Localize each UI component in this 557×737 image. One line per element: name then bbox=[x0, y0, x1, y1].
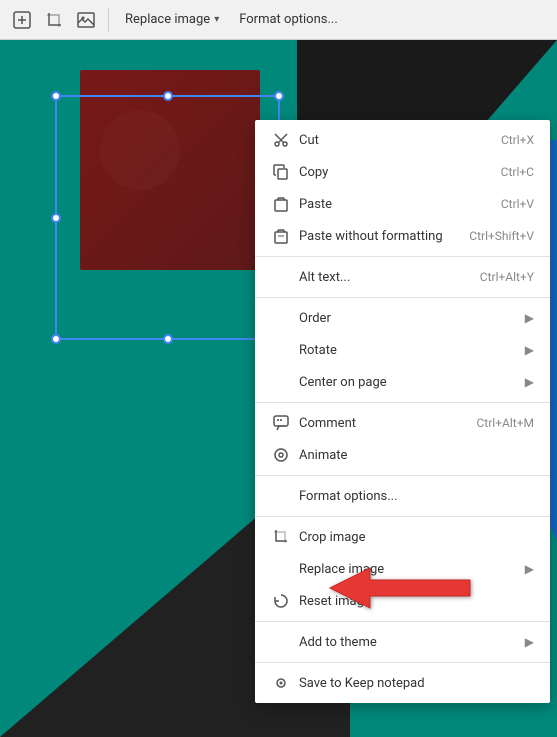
separator-6 bbox=[255, 621, 550, 622]
context-menu: Cut Ctrl+X Copy Ctrl+C Paste Ctrl+V Past… bbox=[255, 120, 550, 703]
separator-3 bbox=[255, 402, 550, 403]
replace-image-label: Replace image bbox=[125, 12, 210, 27]
format-options-label: Format options... bbox=[299, 489, 534, 504]
menu-item-cut[interactable]: Cut Ctrl+X bbox=[255, 124, 550, 156]
handle-top-left[interactable] bbox=[51, 91, 61, 101]
menu-item-copy[interactable]: Copy Ctrl+C bbox=[255, 156, 550, 188]
menu-item-alt-text[interactable]: Alt text... Ctrl+Alt+Y bbox=[255, 261, 550, 293]
toolbar: Replace image ▾ Format options... bbox=[0, 0, 557, 40]
center-label: Center on page bbox=[299, 375, 521, 390]
replace-image-caret: ▾ bbox=[214, 14, 219, 25]
add-to-theme-arrow: ▶ bbox=[525, 635, 534, 649]
alt-text-label: Alt text... bbox=[299, 270, 472, 285]
paste-icon bbox=[271, 194, 291, 214]
menu-item-replace-image[interactable]: Replace image ▶ bbox=[255, 553, 550, 585]
add-to-theme-icon bbox=[271, 632, 291, 652]
handle-top-right[interactable] bbox=[274, 91, 284, 101]
copy-label: Copy bbox=[299, 165, 493, 180]
paste-plain-icon bbox=[271, 226, 291, 246]
replace-image-button[interactable]: Replace image ▾ bbox=[117, 6, 227, 34]
separator-2 bbox=[255, 297, 550, 298]
menu-item-format-options[interactable]: Format options... bbox=[255, 480, 550, 512]
replace-image-label: Replace image bbox=[299, 562, 521, 577]
separator-7 bbox=[255, 662, 550, 663]
crop-image-icon bbox=[271, 527, 291, 547]
cut-label: Cut bbox=[299, 133, 493, 148]
comment-shortcut: Ctrl+Alt+M bbox=[477, 416, 535, 430]
animate-icon bbox=[271, 445, 291, 465]
cut-shortcut: Ctrl+X bbox=[501, 133, 534, 147]
add-to-theme-label: Add to theme bbox=[299, 635, 521, 650]
alt-text-icon bbox=[271, 267, 291, 287]
rotate-label: Rotate bbox=[299, 343, 521, 358]
toolbar-image-icon[interactable] bbox=[72, 6, 100, 34]
alt-text-shortcut: Ctrl+Alt+Y bbox=[480, 270, 534, 284]
format-options-icon bbox=[271, 486, 291, 506]
order-label: Order bbox=[299, 311, 521, 326]
format-options-button[interactable]: Format options... bbox=[231, 6, 346, 34]
replace-image-arrow: ▶ bbox=[525, 562, 534, 576]
handle-bot-center[interactable] bbox=[163, 334, 173, 344]
keep-icon bbox=[271, 673, 291, 693]
order-arrow: ▶ bbox=[525, 311, 534, 325]
menu-item-paste[interactable]: Paste Ctrl+V bbox=[255, 188, 550, 220]
paste-shortcut: Ctrl+V bbox=[501, 197, 534, 211]
menu-item-reset-image[interactable]: Reset image bbox=[255, 585, 550, 617]
crop-image-label: Crop image bbox=[299, 530, 534, 545]
paste-label: Paste bbox=[299, 197, 493, 212]
menu-item-center[interactable]: Center on page ▶ bbox=[255, 366, 550, 398]
menu-item-comment[interactable]: Comment Ctrl+Alt+M bbox=[255, 407, 550, 439]
menu-item-order[interactable]: Order ▶ bbox=[255, 302, 550, 334]
handle-top-center[interactable] bbox=[163, 91, 173, 101]
paste-plain-shortcut: Ctrl+Shift+V bbox=[469, 229, 534, 243]
center-arrow: ▶ bbox=[525, 375, 534, 389]
menu-item-add-to-theme[interactable]: Add to theme ▶ bbox=[255, 626, 550, 658]
rotate-arrow: ▶ bbox=[525, 343, 534, 357]
selected-image[interactable] bbox=[55, 95, 280, 340]
comment-icon bbox=[271, 413, 291, 433]
menu-item-animate[interactable]: Animate bbox=[255, 439, 550, 471]
rotate-icon bbox=[271, 340, 291, 360]
copy-shortcut: Ctrl+C bbox=[501, 165, 534, 179]
format-options-label: Format options... bbox=[239, 12, 338, 27]
canvas-area: Cut Ctrl+X Copy Ctrl+C Paste Ctrl+V Past… bbox=[0, 40, 557, 737]
toolbar-crop-icon[interactable] bbox=[40, 6, 68, 34]
paste-plain-label: Paste without formatting bbox=[299, 229, 461, 244]
toolbar-plus-icon[interactable] bbox=[8, 6, 36, 34]
separator-1 bbox=[255, 256, 550, 257]
cut-icon bbox=[271, 130, 291, 150]
copy-icon bbox=[271, 162, 291, 182]
menu-item-crop-image[interactable]: Crop image bbox=[255, 521, 550, 553]
toolbar-divider bbox=[108, 8, 109, 32]
order-icon bbox=[271, 308, 291, 328]
handle-mid-left[interactable] bbox=[51, 213, 61, 223]
comment-label: Comment bbox=[299, 416, 469, 431]
handle-bot-left[interactable] bbox=[51, 334, 61, 344]
menu-item-save-to-keep[interactable]: Save to Keep notepad bbox=[255, 667, 550, 699]
animate-label: Animate bbox=[299, 448, 534, 463]
center-icon bbox=[271, 372, 291, 392]
menu-item-rotate[interactable]: Rotate ▶ bbox=[255, 334, 550, 366]
separator-5 bbox=[255, 516, 550, 517]
save-to-keep-label: Save to Keep notepad bbox=[299, 676, 534, 691]
reset-image-icon bbox=[271, 591, 291, 611]
separator-4 bbox=[255, 475, 550, 476]
reset-image-label: Reset image bbox=[299, 594, 534, 609]
menu-item-paste-plain[interactable]: Paste without formatting Ctrl+Shift+V bbox=[255, 220, 550, 252]
replace-image-icon bbox=[271, 559, 291, 579]
